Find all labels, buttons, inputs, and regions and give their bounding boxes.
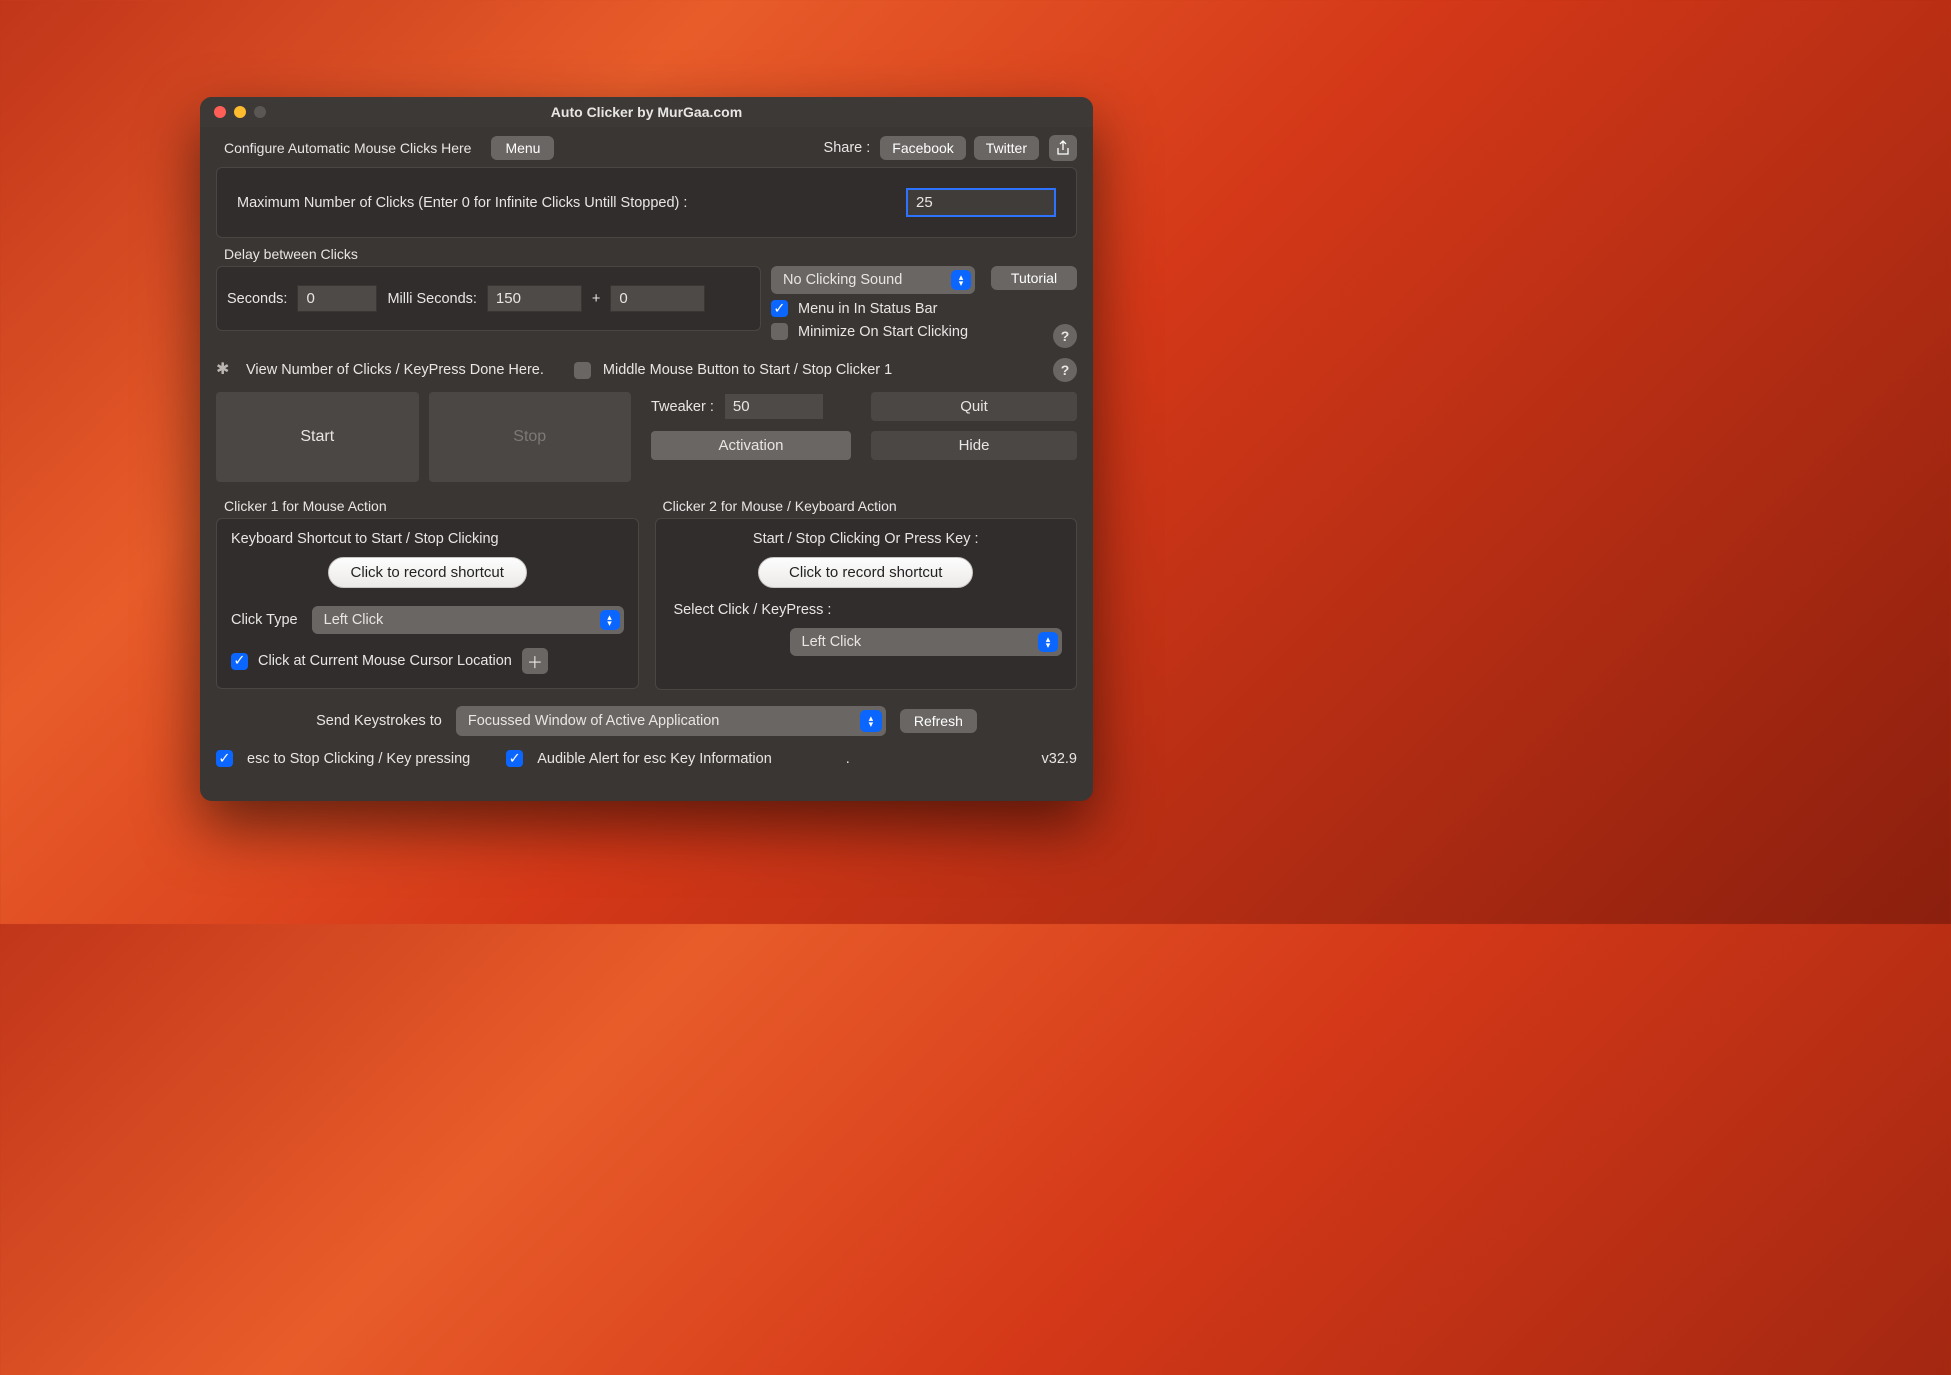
refresh-button[interactable]: Refresh — [900, 709, 977, 733]
max-clicks-panel: Maximum Number of Clicks (Enter 0 for In… — [216, 167, 1077, 238]
view-clicks-label: View Number of Clicks / KeyPress Done He… — [246, 362, 544, 378]
help-middle-mouse-icon[interactable]: ? — [1053, 358, 1077, 382]
minimize-checkbox[interactable] — [771, 323, 788, 340]
max-clicks-label: Maximum Number of Clicks (Enter 0 for In… — [237, 195, 687, 211]
menu-statusbar-checkbox[interactable]: ✓ — [771, 300, 788, 317]
click-type-label: Click Type — [231, 612, 298, 628]
middle-mouse-label: Middle Mouse Button to Start / Stop Clic… — [603, 362, 892, 378]
keystrokes-label: Send Keystrokes to — [316, 713, 442, 729]
chevron-updown-icon: ▴▾ — [860, 710, 882, 732]
clicker2-shortcut-label: Start / Stop Clicking Or Press Key : — [670, 531, 1063, 547]
esc-stop-label: esc to Stop Clicking / Key pressing — [247, 751, 470, 767]
clicker2-select-label: Select Click / KeyPress : — [674, 602, 1063, 618]
start-button[interactable]: Start — [216, 392, 419, 482]
twitter-button[interactable]: Twitter — [974, 136, 1039, 160]
middle-mouse-checkbox[interactable] — [574, 362, 591, 379]
cursor-location-label: Click at Current Mouse Cursor Location — [258, 653, 512, 669]
spinner-icon — [216, 361, 234, 379]
tweaker-label: Tweaker : — [651, 399, 714, 415]
clicker2-select-value: Left Click — [802, 634, 862, 650]
click-type-select[interactable]: Left Click ▴▾ — [312, 606, 624, 634]
delay-panel: Seconds: Milli Seconds: + — [216, 266, 761, 331]
keystrokes-value: Focussed Window of Active Application — [468, 713, 719, 729]
activation-button[interactable]: Activation — [651, 431, 851, 460]
clicker2-record-button[interactable]: Click to record shortcut — [758, 557, 973, 588]
tweaker-input[interactable] — [724, 393, 824, 420]
content-area: Configure Automatic Mouse Clicks Here Me… — [200, 127, 1093, 779]
delay-right-stack: No Clicking Sound ▴▾ ✓ Menu in In Status… — [771, 266, 975, 340]
version-label: v32.9 — [1042, 751, 1077, 767]
seconds-input[interactable] — [297, 285, 377, 312]
sound-select-value: No Clicking Sound — [783, 272, 902, 288]
clicker2-select[interactable]: Left Click ▴▾ — [790, 628, 1063, 656]
share-icon[interactable] — [1049, 135, 1077, 161]
clicker1-shortcut-label: Keyboard Shortcut to Start / Stop Clicki… — [231, 531, 624, 547]
top-row: Configure Automatic Mouse Clicks Here Me… — [216, 135, 1077, 161]
click-type-value: Left Click — [324, 612, 384, 628]
quit-button[interactable]: Quit — [871, 392, 1077, 421]
sound-select[interactable]: No Clicking Sound ▴▾ — [771, 266, 975, 294]
titlebar: Auto Clicker by MurGaa.com — [200, 97, 1093, 127]
clicker1-panel: Keyboard Shortcut to Start / Stop Clicki… — [216, 518, 639, 689]
audible-label: Audible Alert for esc Key Information — [537, 751, 772, 767]
delay-section-label: Delay between Clicks — [224, 246, 1077, 262]
audible-checkbox[interactable]: ✓ — [506, 750, 523, 767]
chevron-updown-icon: ▴▾ — [951, 270, 971, 290]
clicker2-title: Clicker 2 for Mouse / Keyboard Action — [663, 498, 1078, 514]
add-location-button[interactable]: ＋ — [522, 648, 548, 674]
cursor-location-checkbox[interactable]: ✓ — [231, 653, 248, 670]
menu-button[interactable]: Menu — [491, 136, 554, 160]
delay-far-right: Tutorial ? — [985, 266, 1077, 348]
extra-milli-input[interactable] — [610, 285, 705, 312]
clicker1-record-button[interactable]: Click to record shortcut — [328, 557, 527, 588]
chevron-updown-icon: ▴▾ — [600, 610, 620, 630]
share-label: Share : — [824, 140, 871, 156]
max-clicks-input[interactable] — [906, 188, 1056, 217]
tutorial-button[interactable]: Tutorial — [991, 266, 1077, 290]
stop-button[interactable]: Stop — [429, 392, 632, 482]
menu-statusbar-label: Menu in In Status Bar — [798, 301, 937, 317]
help-minimize-icon[interactable]: ? — [1053, 324, 1077, 348]
facebook-button[interactable]: Facebook — [880, 136, 965, 160]
keystrokes-select[interactable]: Focussed Window of Active Application ▴▾ — [456, 706, 886, 736]
configure-label: Configure Automatic Mouse Clicks Here — [224, 140, 471, 156]
seconds-label: Seconds: — [227, 291, 287, 307]
clicker2-panel: Start / Stop Clicking Or Press Key : Cli… — [655, 518, 1078, 690]
clicker1-title: Clicker 1 for Mouse Action — [224, 498, 639, 514]
dot-label: . — [846, 751, 850, 767]
hide-button[interactable]: Hide — [871, 431, 1077, 460]
chevron-updown-icon: ▴▾ — [1038, 632, 1058, 652]
minimize-label: Minimize On Start Clicking — [798, 324, 968, 340]
app-window: Auto Clicker by MurGaa.com Configure Aut… — [200, 97, 1093, 801]
esc-stop-checkbox[interactable]: ✓ — [216, 750, 233, 767]
window-title: Auto Clicker by MurGaa.com — [200, 104, 1093, 120]
milli-label: Milli Seconds: — [387, 291, 476, 307]
milli-input[interactable] — [487, 285, 582, 312]
plus-label: + — [592, 291, 600, 307]
